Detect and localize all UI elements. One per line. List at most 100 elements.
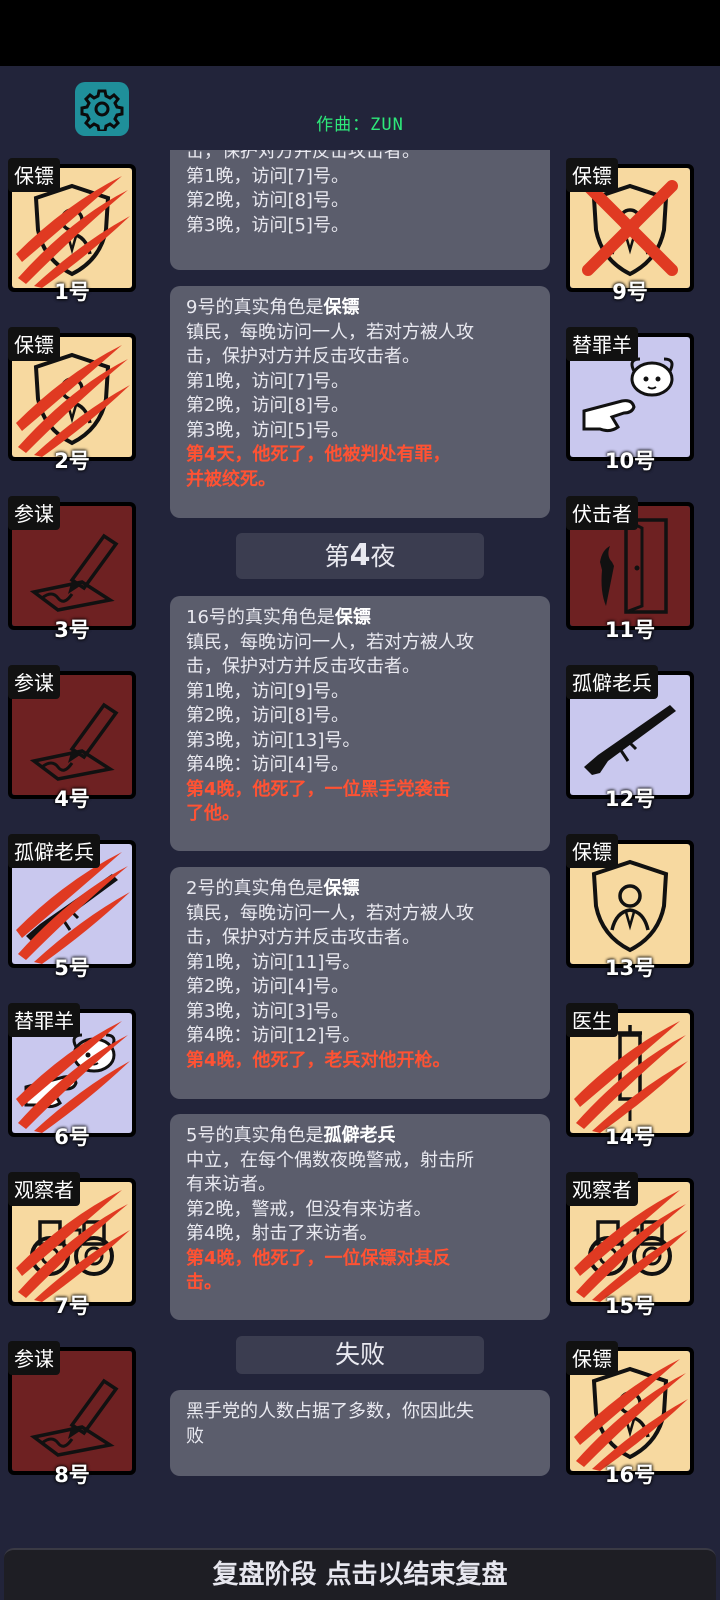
log-line: 击，保护对方并反击攻击者。 — [186, 150, 420, 162]
log-card-result: 黑手党的人数占据了多数，你因此失败 — [170, 1390, 550, 1476]
player-number: 13号 — [604, 956, 656, 980]
role-label: 医生 — [566, 1003, 618, 1037]
log-card-prev: 击，保护对方并反击攻击者。 第1晚，访问[7]号。 第2晚，访问[8]号。 第3晚，访… — [170, 150, 550, 270]
player-tile[interactable]: 观察者 15号 — [566, 1172, 694, 1318]
log-line: 第3晚，访问[3]号。 — [186, 1000, 349, 1022]
player-number: 3号 — [54, 618, 90, 642]
player-tile[interactable]: 参谋 3号 — [8, 496, 136, 642]
log-line: 第4晚：访问[4]号。 — [186, 754, 349, 775]
log-line: 击。 — [186, 1272, 222, 1293]
card-title-role: 保镖 — [334, 607, 371, 628]
player-tile[interactable]: 替罪羊 6号 — [8, 1003, 136, 1149]
log-card-player-2: 2号的真实角色是保镖 镇民，每晚访问一人，若对方被人攻 击，保护对方并反击攻击者。… — [170, 867, 550, 1099]
log-line: 第3晚，访问[13]号。 — [186, 729, 361, 751]
player-number: 14号 — [604, 1125, 656, 1149]
player-number: 1号 — [54, 280, 90, 304]
log-line: 击，保护对方并反击攻击者。 — [186, 656, 420, 677]
player-tile[interactable]: 替罪羊 10号 — [566, 327, 694, 473]
player-tile[interactable]: 保镖 9号 — [566, 158, 694, 304]
player-tile[interactable]: 观察者 7号 — [8, 1172, 136, 1318]
log-line: 第4晚，他死了，一位保镖对其反 — [186, 1247, 451, 1269]
log-line: 黑手党的人数占据了多数，你因此失 — [186, 1401, 474, 1422]
player-number: 12号 — [604, 787, 656, 811]
player-tile[interactable]: 参谋 8号 — [8, 1341, 136, 1487]
card-title-prefix: 16号的真实角色是 — [186, 607, 335, 628]
role-label: 参谋 — [8, 665, 60, 699]
role-label: 替罪羊 — [566, 327, 638, 361]
card-title-role: 保镖 — [323, 297, 360, 318]
log-line: 第4天，他死了，他被判处有罪， — [186, 444, 451, 465]
player-tile[interactable]: 保镖 16号 — [566, 1341, 694, 1487]
log-line: 第3晚，访问[5]号。 — [186, 214, 349, 236]
log-line: 镇民，每晚访问一人，若对方被人攻 — [186, 631, 474, 653]
role-label: 替罪羊 — [8, 1003, 80, 1037]
role-label: 参谋 — [8, 496, 60, 530]
log-line: 有来访者。 — [186, 1174, 276, 1195]
log-card-player-5: 5号的真实角色是孤僻老兵 中立，在每个偶数夜晚警戒，射击所 有来访者。第2晚，警戒… — [170, 1114, 550, 1320]
role-label: 孤僻老兵 — [8, 834, 100, 868]
log-line: 中立，在每个偶数夜晚警戒，射击所 — [186, 1149, 474, 1171]
role-label: 参谋 — [8, 1341, 60, 1375]
log-line: 并被绞死。 — [186, 468, 276, 490]
log-line: 镇民，每晚访问一人，若对方被人攻 — [186, 902, 474, 924]
log-line: 击，保护对方并反击攻击者。 — [186, 927, 420, 948]
role-label: 伏击者 — [566, 496, 638, 530]
music-credit: 作曲：ZUN — [316, 115, 404, 135]
player-number: 7号 — [54, 1294, 90, 1318]
role-label: 保镖 — [8, 327, 60, 361]
role-label: 保镖 — [566, 158, 618, 192]
log-line: 镇民，每晚访问一人，若对方被人攻 — [186, 321, 474, 343]
log-line: 第2晚，访问[8]号。 — [186, 705, 349, 726]
log-line: 了他。 — [186, 803, 240, 824]
role-label: 孤僻老兵 — [566, 665, 658, 699]
player-number: 11号 — [604, 618, 656, 642]
log-line: 第4晚，他死了，一位黑手党袭击 — [186, 778, 451, 800]
result-divider: 失败 — [236, 1336, 484, 1374]
player-number: 15号 — [604, 1294, 656, 1318]
log-line: 第3晚，访问[5]号。 — [186, 419, 349, 441]
night-number: 4 — [349, 538, 371, 573]
player-tile[interactable]: 参谋 4号 — [8, 665, 136, 811]
log-line: 第1晚，访问[7]号。 — [186, 165, 349, 187]
player-tile[interactable]: 孤僻老兵 5号 — [8, 834, 136, 980]
night-suffix: 夜 — [370, 542, 396, 571]
player-number: 16号 — [604, 1463, 656, 1487]
log-line: 败 — [186, 1425, 204, 1447]
card-title-role: 孤僻老兵 — [323, 1125, 396, 1146]
log-line: 第1晚，访问[11]号。 — [186, 951, 361, 973]
player-number: 9号 — [612, 280, 648, 304]
player-tile[interactable]: 保镖 13号 — [566, 834, 694, 980]
log-card-player-9: 9号的真实角色是保镖 镇民，每晚访问一人，若对方被人攻 击，保护对方并反击攻击者。… — [170, 286, 550, 518]
role-label: 保镖 — [566, 834, 618, 868]
player-tile[interactable]: 医生 14号 — [566, 1003, 694, 1149]
player-tile[interactable]: 伏击者 11号 — [566, 496, 694, 642]
player-tile[interactable]: 保镖 1号 — [8, 158, 136, 304]
player-tile[interactable]: 保镖 2号 — [8, 327, 136, 473]
log-card-player-16: 16号的真实角色是保镖 镇民，每晚访问一人，若对方被人攻 击，保护对方并反击攻击者… — [170, 596, 550, 851]
night-prefix: 第 — [324, 542, 350, 571]
replay-log[interactable]: 击，保护对方并反击攻击者。 第1晚，访问[7]号。 第2晚，访问[8]号。 第3晚，访… — [170, 150, 550, 1505]
log-line: 第4晚，射击了来访者。 — [186, 1223, 378, 1244]
log-line: 第2晚，访问[4]号。 — [186, 976, 349, 997]
role-label: 观察者 — [566, 1172, 638, 1206]
log-line: 第2晚，访问[8]号。 — [186, 395, 349, 416]
player-number: 6号 — [54, 1125, 90, 1149]
player-number: 5号 — [54, 956, 90, 980]
end-replay-button[interactable]: 复盘阶段 点击以结束复盘 — [4, 1548, 716, 1600]
log-line: 第4晚，他死了，老兵对他开枪。 — [186, 1049, 451, 1071]
player-number: 4号 — [54, 787, 90, 811]
log-line: 第1晚，访问[7]号。 — [186, 370, 349, 392]
role-label: 保镖 — [8, 158, 60, 192]
player-number: 8号 — [54, 1463, 90, 1487]
status-bar — [0, 0, 720, 66]
player-tile[interactable]: 孤僻老兵 12号 — [566, 665, 694, 811]
role-label: 保镖 — [566, 1341, 618, 1375]
night-divider: 第4夜 — [236, 533, 484, 579]
log-line: 第1晚，访问[9]号。 — [186, 680, 349, 702]
card-title-prefix: 9号的真实角色是 — [186, 297, 324, 318]
card-title-prefix: 5号的真实角色是 — [186, 1125, 324, 1146]
log-line: 第2晚，警戒，但没有来访者。 — [186, 1198, 432, 1220]
log-line: 第4晚：访问[12]号。 — [186, 1025, 361, 1046]
card-title-prefix: 2号的真实角色是 — [186, 878, 324, 899]
result-label: 失败 — [334, 1340, 385, 1369]
